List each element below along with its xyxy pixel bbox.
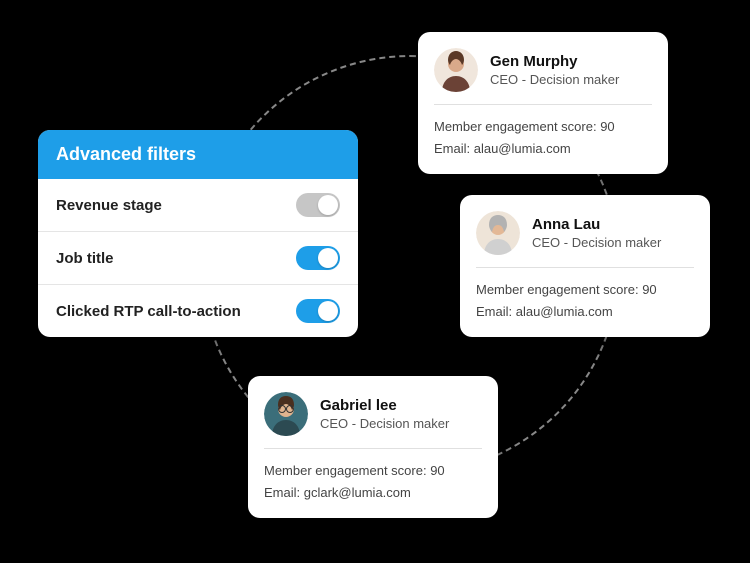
contact-email: Email: alau@lumia.com: [476, 302, 694, 322]
contact-score: Member engagement score: 90: [476, 280, 694, 300]
contact-role: CEO - Decision maker: [532, 235, 661, 250]
contact-name: Anna Lau: [532, 216, 661, 233]
avatar: [434, 48, 478, 92]
contact-card: Gen Murphy CEO - Decision maker Member e…: [418, 32, 668, 174]
contact-card: Anna Lau CEO - Decision maker Member eng…: [460, 195, 710, 337]
avatar: [476, 211, 520, 255]
contact-email: Email: gclark@lumia.com: [264, 483, 482, 503]
contact-card: Gabriel lee CEO - Decision maker Member …: [248, 376, 498, 518]
toggle-clicked-rtp[interactable]: [296, 299, 340, 323]
advanced-filters-panel: Advanced filters Revenue stage Job title…: [38, 130, 358, 337]
toggle-revenue-stage[interactable]: [296, 193, 340, 217]
filter-row-clicked-rtp: Clicked RTP call-to-action: [38, 284, 358, 337]
filter-label: Job title: [56, 250, 114, 267]
contact-score: Member engagement score: 90: [434, 117, 652, 137]
contact-role: CEO - Decision maker: [490, 72, 619, 87]
filter-label: Revenue stage: [56, 197, 162, 214]
contact-email: Email: alau@lumia.com: [434, 139, 652, 159]
toggle-job-title[interactable]: [296, 246, 340, 270]
contact-score: Member engagement score: 90: [264, 461, 482, 481]
contact-role: CEO - Decision maker: [320, 416, 449, 431]
filter-label: Clicked RTP call-to-action: [56, 303, 241, 320]
filter-panel-title: Advanced filters: [38, 130, 358, 179]
avatar: [264, 392, 308, 436]
contact-name: Gabriel lee: [320, 397, 449, 414]
filter-row-revenue-stage: Revenue stage: [38, 179, 358, 231]
contact-name: Gen Murphy: [490, 53, 619, 70]
filter-row-job-title: Job title: [38, 231, 358, 284]
